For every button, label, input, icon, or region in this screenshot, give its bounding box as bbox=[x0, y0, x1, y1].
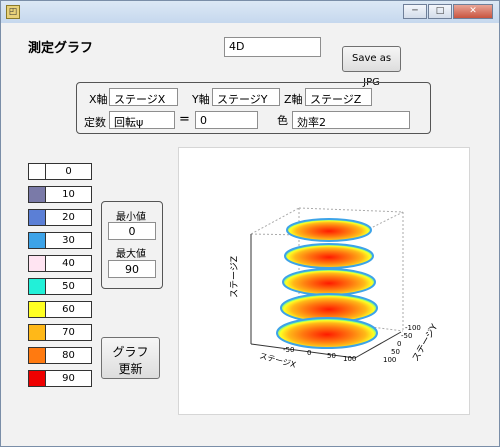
x-axis-label: X軸 bbox=[89, 93, 108, 106]
y-tick: 0 bbox=[397, 340, 401, 348]
z-axis-title: ステージZ bbox=[229, 256, 240, 298]
layer-2 bbox=[284, 243, 374, 269]
y-tick: -50 bbox=[401, 332, 412, 340]
max-value-field[interactable]: 90 bbox=[108, 260, 156, 278]
legend-value: 80 bbox=[46, 347, 92, 364]
max-label: 最大値 bbox=[116, 249, 146, 260]
update-graph-button-line2: 更新 bbox=[118, 362, 143, 376]
color-label: 色 bbox=[277, 114, 288, 127]
y-tick: 100 bbox=[383, 356, 396, 364]
min-value-field[interactable]: 0 bbox=[108, 222, 156, 240]
graph-area[interactable]: ステージZ ステージY ステージX -100 -50 0 50 100 -50 … bbox=[178, 147, 470, 415]
legend-swatch bbox=[28, 347, 46, 364]
y-axis-label: Y軸 bbox=[192, 93, 210, 106]
x-tick: 50 bbox=[327, 352, 336, 360]
x-axis-field[interactable]: ステージX bbox=[109, 88, 178, 106]
legend-swatch bbox=[28, 163, 46, 180]
close-icon[interactable]: ✕ bbox=[453, 4, 493, 19]
y-tick: -100 bbox=[405, 324, 421, 332]
title-bar[interactable]: ◰ ─ □ ✕ bbox=[1, 1, 499, 23]
minimize-icon[interactable]: ─ bbox=[403, 4, 427, 19]
legend-value: 30 bbox=[46, 232, 92, 249]
y-axis-field[interactable]: ステージY bbox=[212, 88, 280, 106]
x-tick: 100 bbox=[343, 355, 356, 363]
x-tick: -50 bbox=[283, 346, 294, 354]
legend-value: 10 bbox=[46, 186, 92, 203]
legend-value: 50 bbox=[46, 278, 92, 295]
maximize-icon[interactable]: □ bbox=[428, 4, 452, 19]
legend-swatch bbox=[28, 301, 46, 318]
legend-swatch bbox=[28, 370, 46, 387]
page-title: 測定グラフ bbox=[28, 41, 94, 56]
legend-swatch bbox=[28, 186, 46, 203]
data-layers bbox=[276, 218, 378, 349]
legend-value: 90 bbox=[46, 370, 92, 387]
layer-5 bbox=[276, 317, 378, 349]
legend-value: 60 bbox=[46, 301, 92, 318]
legend-swatch bbox=[28, 209, 46, 226]
x-axis-title: ステージX bbox=[258, 351, 297, 369]
equals-sign: = bbox=[179, 112, 190, 127]
z-axis-field[interactable]: ステージZ bbox=[305, 88, 372, 106]
constant-value-field[interactable]: 0 bbox=[195, 111, 258, 129]
legend-value: 20 bbox=[46, 209, 92, 226]
legend-swatch bbox=[28, 324, 46, 341]
min-label: 最小値 bbox=[116, 212, 146, 223]
app-icon[interactable]: ◰ bbox=[6, 5, 20, 19]
constant-field[interactable]: 回転ψ bbox=[109, 111, 175, 129]
y-tick: 50 bbox=[391, 348, 400, 356]
3d-plot: ステージZ ステージY ステージX -100 -50 0 50 100 -50 … bbox=[229, 207, 441, 370]
z-axis-label: Z軸 bbox=[284, 93, 303, 106]
graph-name-field[interactable]: 4D bbox=[224, 37, 321, 57]
update-graph-button[interactable]: グラフ 更新 bbox=[101, 337, 160, 379]
update-graph-button-line1: グラフ bbox=[112, 345, 149, 359]
x-tick: 0 bbox=[307, 349, 311, 357]
legend-swatch bbox=[28, 232, 46, 249]
constant-label: 定数 bbox=[84, 116, 106, 129]
legend-value: 40 bbox=[46, 255, 92, 272]
legend-swatch bbox=[28, 278, 46, 295]
layer-1 bbox=[286, 218, 372, 242]
legend-value: 0 bbox=[46, 163, 92, 180]
color-field[interactable]: 効率2 bbox=[292, 111, 410, 129]
legend-swatch bbox=[28, 255, 46, 272]
legend-value: 70 bbox=[46, 324, 92, 341]
layer-3 bbox=[282, 268, 376, 296]
save-jpg-button[interactable]: Save as JPG bbox=[342, 46, 401, 88]
